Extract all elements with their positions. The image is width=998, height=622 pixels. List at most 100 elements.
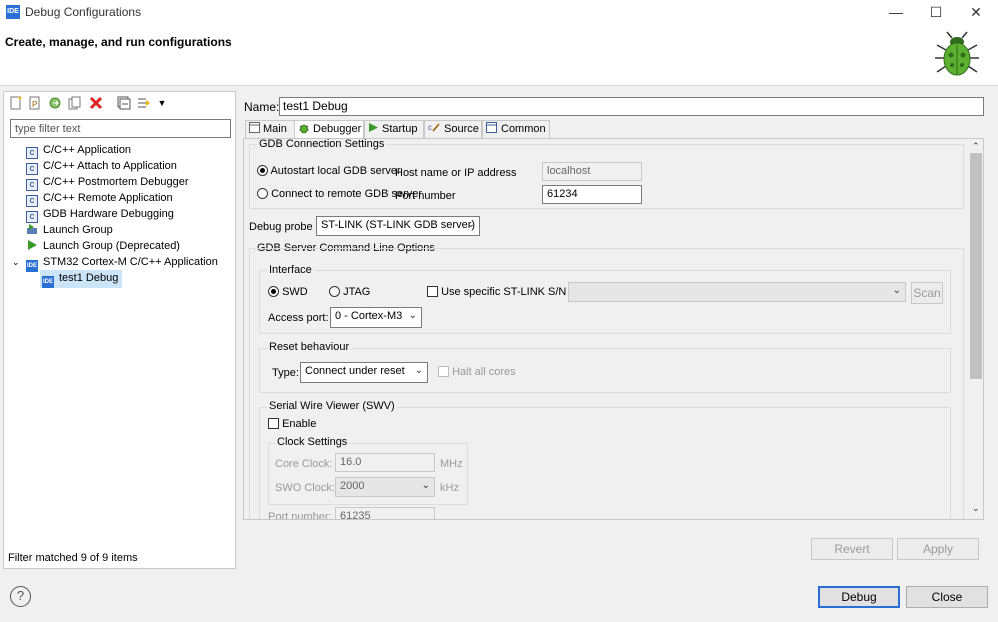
- debug-probe-label: Debug probe: [249, 221, 313, 233]
- duplicate-icon[interactable]: [68, 96, 82, 110]
- collapse-all-icon[interactable]: [117, 96, 131, 110]
- interface-title: Interface: [267, 264, 314, 276]
- close-window-button[interactable]: ✕: [956, 0, 996, 24]
- tree-item-c-attach[interactable]: C C/C++ Attach to Application: [4, 158, 235, 175]
- configuration-editor: Name: test1 Debug Main Debugger Startup …: [238, 91, 998, 569]
- access-port-label: Access port:: [268, 312, 329, 324]
- swo-clock-select[interactable]: 2000 ⌄: [335, 477, 435, 497]
- launch-group-deprecated-icon: [28, 240, 37, 250]
- use-sn-checkbox[interactable]: [427, 286, 438, 297]
- scroll-up-icon[interactable]: ⌃: [972, 141, 980, 152]
- launch-group-icon: [27, 224, 37, 234]
- reset-title: Reset behaviour: [267, 341, 352, 353]
- apply-button[interactable]: Apply: [897, 538, 979, 560]
- tree-item-gdb-hardware[interactable]: C GDB Hardware Debugging: [4, 206, 235, 223]
- tree-item-launch-group[interactable]: Launch Group: [4, 222, 235, 238]
- host-label: Host name or IP address: [395, 167, 517, 179]
- header-title: Create, manage, and run configurations: [5, 35, 232, 49]
- filter-input[interactable]: [10, 119, 231, 138]
- autostart-radio[interactable]: [257, 165, 268, 176]
- reset-type-label: Type:: [272, 367, 299, 379]
- close-button[interactable]: Close: [906, 586, 988, 608]
- scroll-down-icon[interactable]: ⌄: [972, 503, 980, 514]
- maximize-button[interactable]: ☐: [916, 0, 956, 24]
- sn-select[interactable]: ⌄: [568, 282, 906, 302]
- port-label: Port number: [395, 190, 456, 202]
- revert-button[interactable]: Revert: [811, 538, 893, 560]
- tree-item-c-remote[interactable]: C C/C++ Remote Application: [4, 190, 235, 207]
- gdb-connection-title: GDB Connection Settings: [257, 138, 387, 150]
- tree-item-launch-group-deprecated[interactable]: Launch Group (Deprecated): [4, 238, 235, 254]
- clock-settings-title: Clock Settings: [275, 436, 350, 448]
- help-icon[interactable]: ?: [10, 586, 31, 607]
- swv-port-label: Port number:: [268, 511, 332, 520]
- swv-enable-checkbox[interactable]: [268, 418, 279, 429]
- tree-item-stm32[interactable]: ⌄ IDE STM32 Cortex-M C/C++ Application: [4, 254, 235, 272]
- app-icon: IDE: [6, 5, 20, 19]
- port-field[interactable]: 61234: [542, 185, 642, 204]
- tree-item-test1-debug[interactable]: IDE test1 Debug: [4, 270, 235, 288]
- tab-main[interactable]: Main: [245, 120, 295, 139]
- chevron-down-icon[interactable]: ⌄: [12, 254, 26, 270]
- new-configuration-icon[interactable]: [9, 96, 23, 110]
- jtag-option[interactable]: JTAG: [329, 286, 370, 298]
- swd-option[interactable]: SWD: [268, 286, 308, 298]
- debug-probe-select[interactable]: ST-LINK (ST-LINK GDB server) ⌄: [316, 216, 480, 236]
- tab-debugger[interactable]: Debugger: [294, 120, 364, 139]
- svg-text:c: c: [428, 123, 432, 132]
- chevron-down-icon: ⌄: [414, 365, 423, 376]
- core-clock-unit: MHz: [440, 458, 463, 470]
- tab-startup[interactable]: Startup: [364, 120, 424, 139]
- name-label: Name:: [244, 100, 280, 114]
- swv-title: Serial Wire Viewer (SWV): [267, 400, 397, 412]
- delete-icon[interactable]: [89, 96, 103, 110]
- filter-status: Filter matched 9 of 9 items: [8, 552, 138, 564]
- debug-button[interactable]: Debug: [818, 586, 900, 608]
- debugger-tab-icon: [299, 124, 309, 134]
- core-clock-field[interactable]: 16.0: [335, 453, 435, 472]
- bug-icon: [935, 31, 979, 76]
- swv-enable-option[interactable]: Enable: [268, 418, 316, 430]
- halt-all-checkbox[interactable]: [438, 366, 449, 377]
- common-tab-icon: [486, 122, 497, 133]
- swv-port-field[interactable]: 61235: [335, 507, 435, 519]
- minimize-button[interactable]: —: [876, 0, 916, 24]
- svg-text:P: P: [32, 100, 37, 109]
- filter-icon[interactable]: [137, 96, 151, 110]
- tree-item-c-application[interactable]: C C/C++ Application: [4, 142, 235, 159]
- chevron-down-icon: ⌄: [892, 285, 901, 296]
- autostart-option[interactable]: Autostart local GDB server: [257, 165, 401, 177]
- access-port-select[interactable]: 0 - Cortex-M3 ⌄: [330, 307, 422, 328]
- new-prototype-icon[interactable]: P: [28, 96, 42, 110]
- vertical-scrollbar[interactable]: ⌃ ⌄: [968, 139, 983, 519]
- host-field[interactable]: localhost: [542, 162, 642, 181]
- dialog-header: Create, manage, and run configurations: [0, 24, 998, 86]
- scan-button[interactable]: Scan: [911, 282, 943, 304]
- startup-tab-icon: [369, 123, 378, 132]
- export-icon[interactable]: [48, 96, 62, 110]
- window-title: Debug Configurations: [25, 5, 142, 19]
- configuration-tree-pane: P ▼ CC/C++ Application CC/C++ Attach to …: [3, 91, 236, 569]
- view-menu-icon[interactable]: ▼: [155, 96, 169, 110]
- tab-source[interactable]: c Source: [424, 120, 482, 139]
- halt-all-option[interactable]: Halt all cores: [438, 366, 516, 378]
- connect-remote-radio[interactable]: [257, 188, 268, 199]
- jtag-radio[interactable]: [329, 286, 340, 297]
- swd-radio[interactable]: [268, 286, 279, 297]
- debugger-tab-content: GDB Connection Settings Autostart local …: [243, 138, 984, 520]
- configuration-tree: C C/C++ Application C C/C++ Attach to Appl…: [4, 142, 235, 288]
- use-sn-option[interactable]: Use specific ST-LINK S/N: [427, 286, 566, 298]
- ide-icon: IDE: [26, 260, 38, 272]
- reset-type-select[interactable]: Connect under reset ⌄: [300, 362, 428, 383]
- scrollbar-thumb[interactable]: [970, 153, 982, 379]
- tree-item-c-postmortem[interactable]: C C/C++ Postmortem Debugger: [4, 174, 235, 191]
- source-tab-icon: c: [428, 123, 440, 132]
- tab-common[interactable]: Common: [482, 120, 550, 139]
- main-tab-icon: [249, 122, 260, 133]
- swo-clock-unit: kHz: [440, 482, 459, 494]
- core-clock-label: Core Clock:: [275, 458, 333, 470]
- ide-icon: IDE: [42, 276, 54, 288]
- name-field[interactable]: test1 Debug: [279, 97, 984, 116]
- chevron-down-icon: ⌄: [408, 310, 417, 321]
- title-bar: IDE Debug Configurations — ☐ ✕: [0, 0, 998, 24]
